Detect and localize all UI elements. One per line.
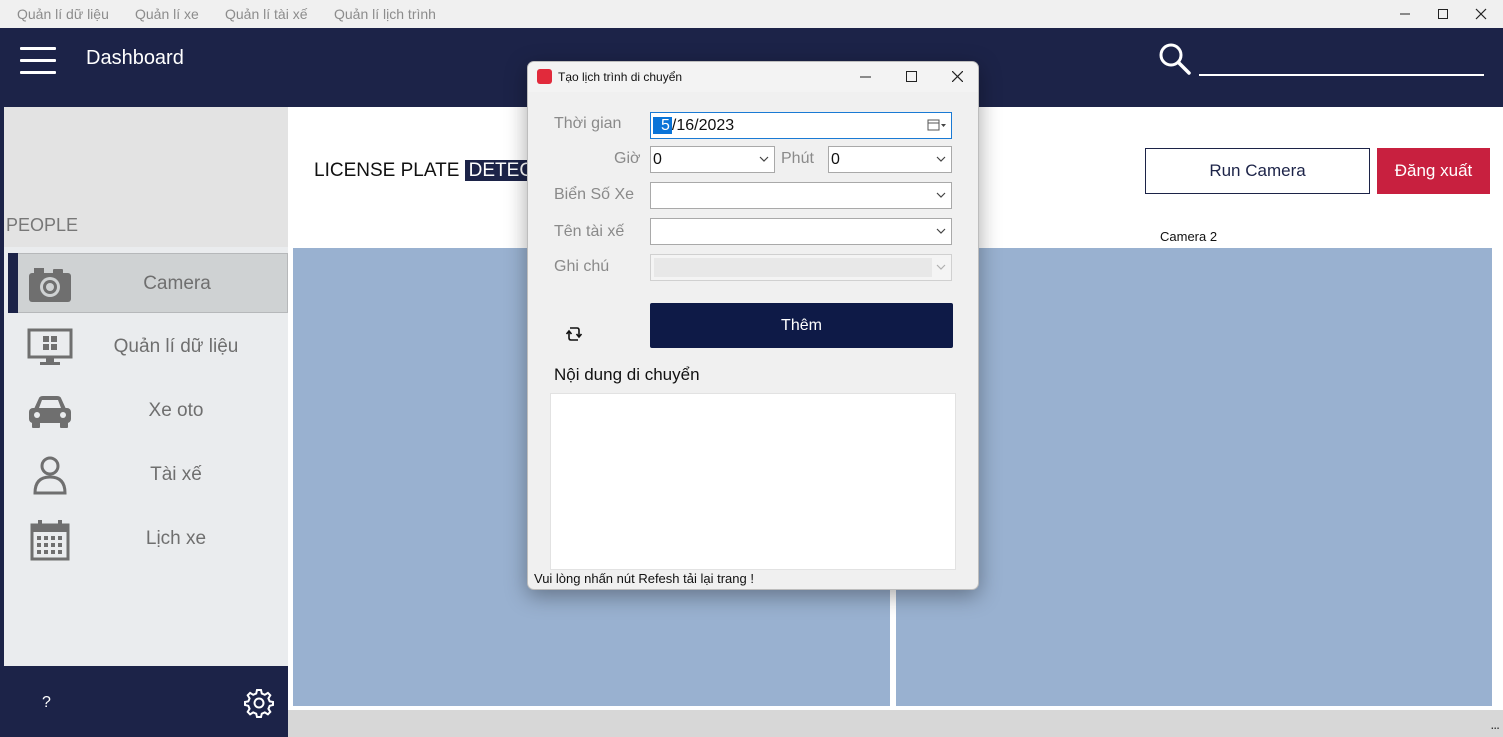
sidebar-item-label: Quản lí dữ liệu xyxy=(113,336,239,357)
maximize-icon xyxy=(905,70,917,82)
page-title: Dashboard xyxy=(86,47,184,69)
menu-item-quan-li-tai-xe[interactable]: Quản lí tài xế xyxy=(225,6,308,22)
camera-2-view xyxy=(896,248,1492,706)
note-label: Ghi chú xyxy=(554,258,610,275)
date-value: 5/16/2023 xyxy=(653,117,734,135)
user-icon xyxy=(33,456,67,495)
search-input[interactable] xyxy=(1199,74,1484,76)
sidebar-item-xe-oto[interactable]: Xe oto xyxy=(8,381,288,441)
search-icon[interactable] xyxy=(1158,42,1192,76)
active-marker xyxy=(8,253,18,313)
sidebar-item-lich-xe[interactable]: Lịch xe xyxy=(8,509,288,569)
calendar-dropdown-icon[interactable] xyxy=(927,117,947,133)
close-icon xyxy=(951,70,963,82)
menu-item-quan-li-lich-trinh[interactable]: Quản lí lịch trình xyxy=(334,6,436,22)
camera-icon xyxy=(29,268,71,302)
plate-label: Biển Số Xe xyxy=(554,186,635,203)
date-picker[interactable]: 5/16/2023 xyxy=(650,112,952,139)
date-rest: /16/2023 xyxy=(671,117,735,134)
sidebar-footer: ? xyxy=(4,666,288,737)
status-bar: ... xyxy=(288,710,1503,737)
note-value xyxy=(654,258,932,277)
sidebar-item-label: Lịch xe xyxy=(145,528,207,549)
refresh-hint: Vui lòng nhấn nút Refesh tải lại trang ! xyxy=(534,571,754,586)
sidebar: Camera Quản lí dữ liệu Xe oto Tài xế Lịc… xyxy=(4,247,288,666)
refresh-icon[interactable] xyxy=(564,324,584,344)
hour-select[interactable]: 0 xyxy=(650,146,775,173)
chevron-down-icon xyxy=(936,156,946,162)
dialog-title: Tạo lịch trình di chuyển xyxy=(558,70,683,84)
time-label: Thời gian xyxy=(554,115,622,132)
close-button[interactable] xyxy=(1458,0,1503,28)
help-button[interactable]: ? xyxy=(42,694,51,712)
driver-select[interactable] xyxy=(650,218,952,245)
chevron-down-icon xyxy=(936,228,946,234)
plate-select[interactable] xyxy=(650,182,952,209)
menu-item-quan-li-xe[interactable]: Quản lí xe xyxy=(135,6,199,22)
sidebar-item-label: Camera xyxy=(143,273,211,294)
app-window: Quản lí dữ liệu Quản lí xe Quản lí tài x… xyxy=(0,0,1503,737)
minimize-icon xyxy=(859,76,871,77)
hamburger-menu-icon[interactable] xyxy=(20,47,56,75)
chevron-down-icon xyxy=(936,264,946,270)
resize-grip[interactable]: ... xyxy=(1490,716,1500,732)
hour-label: Giờ xyxy=(614,150,641,167)
menu-bar: Quản lí dữ liệu Quản lí xe Quản lí tài x… xyxy=(0,0,1503,28)
content-textarea[interactable] xyxy=(550,393,956,570)
run-camera-button[interactable]: Run Camera xyxy=(1145,148,1370,194)
minute-select[interactable]: 0 xyxy=(828,146,952,173)
add-button[interactable]: Thêm xyxy=(650,303,953,348)
close-icon xyxy=(1475,8,1487,20)
app-icon xyxy=(537,69,552,84)
hour-value: 0 xyxy=(653,151,662,168)
calendar-icon xyxy=(30,520,70,561)
sidebar-item-quan-li-du-lieu[interactable]: Quản lí dữ liệu xyxy=(8,317,288,377)
gear-icon[interactable] xyxy=(244,688,274,718)
sidebar-item-camera[interactable]: Camera xyxy=(8,253,288,313)
minute-label: Phút xyxy=(781,150,814,167)
sidebar-section-label: PEOPLE xyxy=(6,215,79,235)
chevron-down-icon xyxy=(759,156,769,162)
logout-button[interactable]: Đăng xuất xyxy=(1377,148,1490,194)
note-select xyxy=(650,254,952,281)
title-plain: LICENSE PLATE xyxy=(314,160,460,181)
dialog-close-button[interactable] xyxy=(934,62,978,90)
dialog-titlebar: Tạo lịch trình di chuyển xyxy=(528,62,978,92)
maximize-icon xyxy=(1438,9,1448,19)
sidebar-item-label: Tài xế xyxy=(150,464,202,485)
minimize-icon xyxy=(1400,13,1410,15)
chevron-down-icon xyxy=(936,192,946,198)
sidebar-item-tai-xe[interactable]: Tài xế xyxy=(8,445,288,505)
car-icon xyxy=(29,396,71,428)
date-month-selected: 5 xyxy=(653,117,672,134)
create-schedule-dialog: Tạo lịch trình di chuyển Thời gian 5/16/… xyxy=(527,61,979,590)
content-label: Nội dung di chuyển xyxy=(554,365,700,384)
camera-2-label: Camera 2 xyxy=(1160,229,1218,244)
dialog-minimize-button[interactable] xyxy=(842,62,888,90)
driver-label: Tên tài xế xyxy=(554,223,625,240)
sidebar-item-label: Xe oto xyxy=(148,400,204,421)
minute-value: 0 xyxy=(831,151,840,168)
menu-item-quan-li-du-lieu[interactable]: Quản lí dữ liệu xyxy=(17,6,109,22)
dialog-maximize-button[interactable] xyxy=(888,62,934,90)
monitor-windows-icon xyxy=(27,328,73,365)
